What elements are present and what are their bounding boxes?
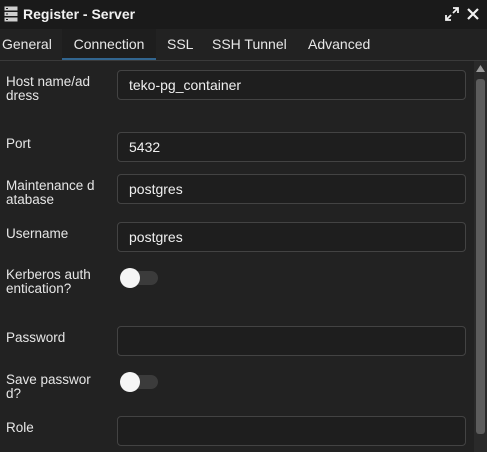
role-label: Role bbox=[6, 420, 34, 435]
tab-bar: General Connection SSL SSH Tunnel Advanc… bbox=[0, 29, 487, 61]
tab-ssh-tunnel[interactable]: SSH Tunnel bbox=[212, 29, 297, 60]
scroll-thumb[interactable] bbox=[476, 79, 485, 434]
port-input[interactable] bbox=[117, 132, 466, 162]
kerberos-toggle[interactable] bbox=[120, 268, 158, 288]
tab-ssl[interactable]: SSL bbox=[167, 29, 197, 60]
maintenance-database-label: Maintenance database bbox=[6, 178, 95, 207]
dialog-title: Register - Server bbox=[23, 6, 136, 22]
close-icon[interactable] bbox=[466, 7, 480, 21]
tab-advanced[interactable]: Advanced bbox=[308, 29, 383, 60]
username-label: Username bbox=[6, 226, 69, 241]
role-input[interactable] bbox=[117, 416, 466, 446]
password-label: Password bbox=[6, 330, 66, 345]
host-label: Host name/address bbox=[6, 74, 91, 103]
kerberos-label: Kerberos authentication? bbox=[6, 267, 91, 296]
tab-connection[interactable]: Connection bbox=[62, 29, 156, 60]
save-password-toggle[interactable] bbox=[120, 372, 158, 392]
kerberos-toggle-knob bbox=[120, 268, 140, 288]
server-icon bbox=[4, 6, 18, 22]
password-input[interactable] bbox=[117, 326, 466, 356]
port-label: Port bbox=[6, 136, 31, 151]
username-input[interactable] bbox=[117, 222, 466, 252]
maintenance-database-input[interactable] bbox=[117, 174, 466, 204]
form-scrollbar[interactable] bbox=[474, 61, 487, 452]
save-password-toggle-knob bbox=[120, 372, 140, 392]
save-password-label: Save password? bbox=[6, 372, 91, 401]
register-server-dialog: Register - Server General Connection SSL… bbox=[0, 0, 487, 452]
connection-form: Host name/address Port Maintenance datab… bbox=[0, 61, 474, 452]
tab-general[interactable]: General bbox=[0, 29, 62, 60]
expand-icon[interactable] bbox=[445, 7, 459, 21]
dialog-titlebar: Register - Server bbox=[0, 0, 487, 29]
host-input[interactable] bbox=[117, 70, 466, 100]
scroll-up-icon[interactable] bbox=[476, 65, 485, 72]
